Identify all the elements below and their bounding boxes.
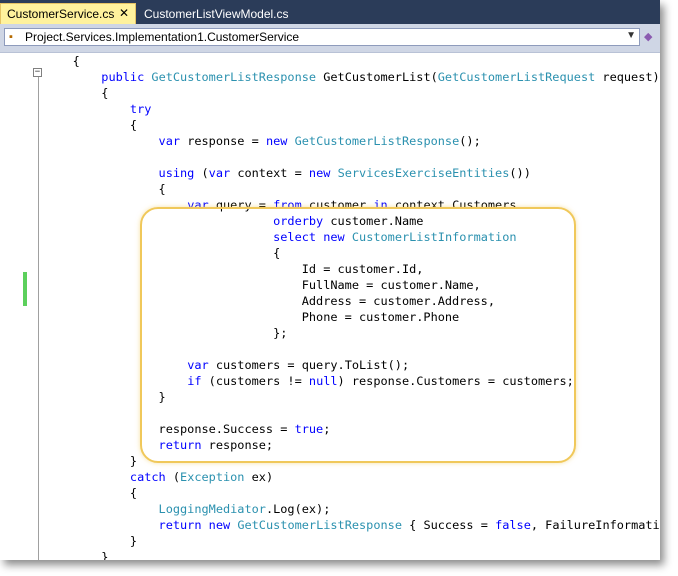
code-token: context = [230,166,309,180]
collapse-icon[interactable]: − [33,68,42,77]
code-token: } [44,534,138,548]
code-line[interactable]: return new GetCustomerListResponse { Suc… [44,517,660,533]
code-token: ( [165,470,181,484]
code-token: { [44,486,138,500]
keyword-token: new [208,518,231,532]
code-line[interactable]: { [44,181,660,197]
keyword-token: return [158,518,202,532]
code-token: { [44,182,166,196]
tab-customer-list-view-model[interactable]: CustomerListViewModel.cs [138,3,298,24]
document-tab-strip: CustomerService.cs ✕ CustomerListViewMod… [0,0,660,24]
code-token: } [44,454,138,468]
code-token: { [44,54,80,68]
code-token: (); [459,134,481,148]
type-token: Exception [180,470,245,484]
close-icon[interactable]: ✕ [119,6,129,20]
change-tracking-marker [23,272,27,306]
code-line[interactable]: { [44,117,660,133]
code-token: } [44,550,109,560]
type-token: LoggingMediator [158,502,266,516]
code-line[interactable]: { [44,485,660,501]
code-token: { [44,118,138,132]
code-line[interactable]: LoggingMediator.Log(ex); [44,501,660,517]
outline-guide-line [38,75,39,560]
code-line[interactable]: catch (Exception ex) [44,469,660,485]
keyword-token: using [158,166,195,180]
tab-label: CustomerService.cs [7,7,115,21]
code-line[interactable]: try [44,101,660,117]
code-line[interactable] [44,149,660,165]
type-token: GetCustomerListResponse [151,70,317,84]
keyword-token: var [158,134,181,148]
tab-label: CustomerListViewModel.cs [144,6,289,21]
editor-window: CustomerService.cs ✕ CustomerListViewMod… [0,0,660,560]
keyword-token: false [495,518,531,532]
keyword-token: catch [129,470,166,484]
type-selector-value: Project.Services.Implementation1.Custome… [25,30,300,44]
member-selector-icon[interactable]: ◆ [644,30,660,46]
code-token: { Success = [401,518,496,532]
type-token: ServicesExerciseEntities [337,166,510,180]
code-line[interactable]: } [44,533,660,549]
type-token: GetCustomerListResponse [237,518,402,532]
code-token: ( [194,166,209,180]
keyword-token: public [101,70,145,84]
keyword-token: new [308,166,331,180]
keyword-token: var [208,166,231,180]
keyword-token: try [129,102,152,116]
code-token: ()) [509,166,531,180]
code-line[interactable]: var response = new GetCustomerListRespon… [44,133,660,149]
editor-gutter [0,53,20,560]
navigation-bar: ▪ Project.Services.Implementation1.Custo… [0,24,660,53]
chevron-down-icon[interactable]: ▼ [626,30,636,41]
code-token: ex) [244,470,274,484]
code-line[interactable]: public GetCustomerListResponse GetCustom… [44,69,660,85]
keyword-token: new [265,134,288,148]
highlight-annotation [140,207,576,463]
class-icon: ▪ [9,31,13,43]
code-token: { [44,86,109,100]
code-token: GetCustomerList( [316,70,438,84]
code-token: request) [595,70,660,84]
type-selector-dropdown[interactable]: ▪ Project.Services.Implementation1.Custo… [4,28,640,46]
code-line[interactable]: { [44,85,660,101]
type-token: GetCustomerListRequest [437,70,596,84]
code-token: .Log(ex); [265,502,331,516]
tab-customer-service[interactable]: CustomerService.cs ✕ [0,3,136,24]
code-editor[interactable]: − { public GetCustomerListResponse GetCu… [0,53,660,560]
code-line[interactable]: } [44,549,660,560]
type-token: GetCustomerListResponse [294,134,460,148]
code-token: response = [180,134,266,148]
code-line[interactable]: using (var context = new ServicesExercis… [44,165,660,181]
code-line[interactable]: { [44,53,660,69]
code-token: , FailureInformation [530,518,660,532]
